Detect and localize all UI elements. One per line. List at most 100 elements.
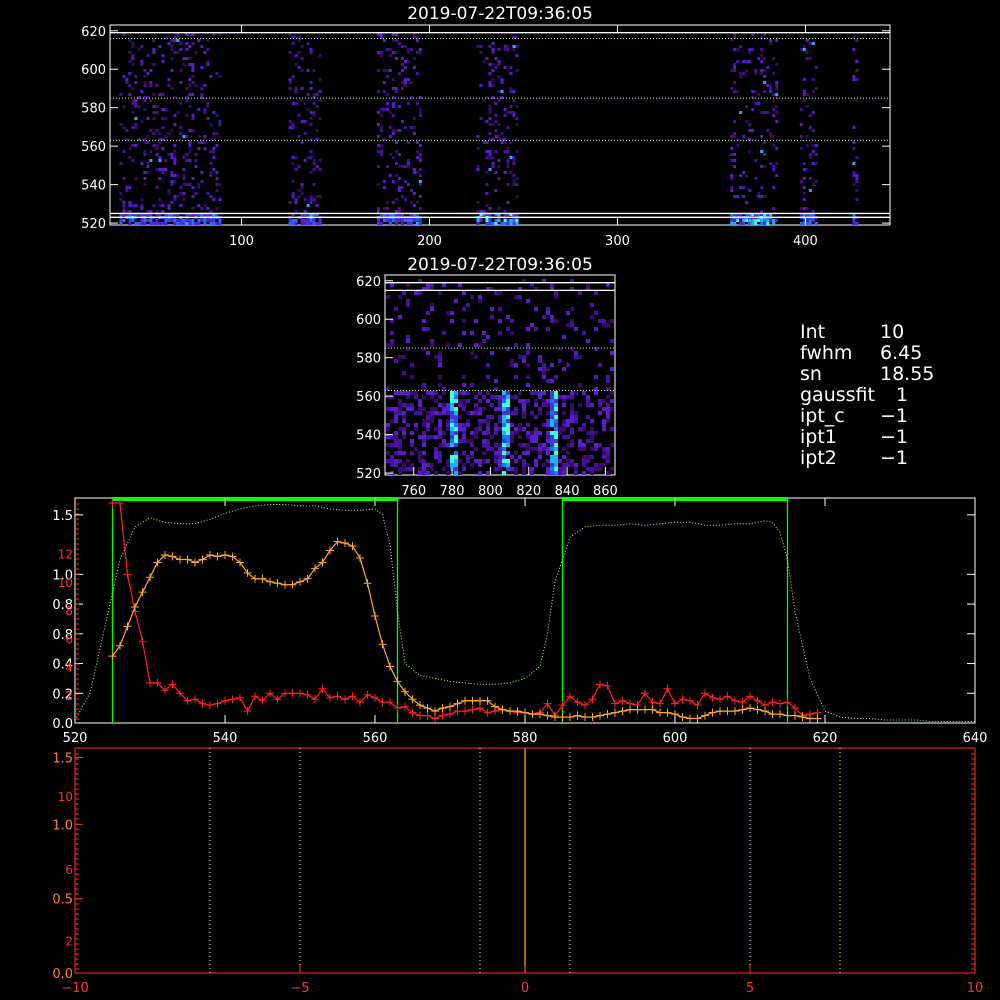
heatmap-pixel [550,407,554,411]
heatmap-pixel [811,162,815,165]
red-series-point [701,689,709,698]
heatmap-pixel [218,222,222,225]
heatmap-pixel [766,222,770,225]
heatmap-pixel [197,183,201,186]
heatmap-pixel [391,129,395,132]
heatmap-pixel [128,60,132,63]
heatmap-pixel [739,45,743,48]
orange-series-point [281,580,289,589]
heatmap-pixel [462,399,466,403]
red-series-point [378,698,387,707]
figure-canvas: 2019-07-22T09:36:05 100 200 300 40052054056… [52,4,987,996]
heatmap-pixel [454,455,458,459]
heatmap-pixel [502,391,506,395]
heatmap-pixel [497,123,501,126]
heatmap-pixel [502,419,506,423]
heatmap-pixel [482,141,486,144]
red-series-point [716,695,724,704]
heatmap-pixel [775,81,779,84]
heatmap-pixel [509,87,513,90]
heatmap-pixel [518,427,522,431]
heatmap-pixel [426,283,430,287]
heatmap-pixel [490,435,494,439]
heatmap-pixel [143,81,147,84]
heatmap-pixel [394,451,398,455]
top-heatmap-title: 2019-07-22T09:36:05 [407,4,593,24]
heatmap-pixel [491,48,495,51]
heatmap-pixel [754,72,758,75]
heatmap-pixel [385,69,389,72]
heatmap-pixel [769,132,773,135]
heatmap-pixel [515,150,519,153]
heatmap-pixel [510,359,514,363]
heatmap-pixel [161,93,165,96]
heatmap-pixel [578,447,582,451]
heatmap-pixel [173,144,177,147]
heatmap-pixel [506,183,510,186]
heatmap-pixel [503,66,507,69]
heatmap-pixel [546,447,550,451]
heatmap-pixel [209,195,213,198]
heatmap-pixel [418,159,422,162]
heatmap-pixel [488,84,492,87]
heatmap-pixel [376,150,380,153]
heatmap-pixel [394,411,398,415]
heatmap-pixel [446,443,450,447]
heatmap-pixel [212,111,216,114]
heatmap-pixel [442,443,446,447]
heatmap-pixel [385,48,389,51]
orange-series-point [468,696,477,705]
heatmap-pixel [502,415,506,419]
heatmap-pixel [497,207,501,210]
heatmap-pixel [438,291,442,295]
heatmap-pixel [379,51,383,54]
heatmap-pixel [402,291,406,295]
heatmap-pixel [212,33,216,36]
heatmap-pixel [400,195,404,198]
heatmap-pixel [173,195,177,198]
top-heatmap-pixels [119,33,859,225]
heatmap-pixel [558,359,562,363]
heatmap-pixel [291,42,295,45]
heatmap-pixel [398,467,402,471]
heatmap-pixel [742,72,746,75]
heatmap-pixel [158,93,162,96]
heatmap-pixel [488,153,492,156]
heatmap-pixel [526,451,530,455]
heatmap-pixel [470,463,474,467]
heatmap-pixel [398,391,402,395]
heatmap-pixel [318,168,322,171]
heatmap-pixel [805,39,809,42]
x-tick-label: 10 [967,981,984,996]
orange-series-point [363,579,372,588]
heatmap-pixel [400,69,404,72]
flat-profile-line [74,504,975,722]
heatmap-pixel [538,431,542,435]
heatmap-pixel [397,186,401,189]
heatmap-pixel [197,135,201,138]
heatmap-pixel [415,222,419,225]
heatmap-pixel [769,39,773,42]
x-tick-label: 780 [440,484,465,499]
heatmap-pixel [418,291,422,295]
heatmap-pixel [742,135,746,138]
heatmap-pixel [170,183,174,186]
heatmap-pixel [379,114,383,117]
heatmap-pixel [422,407,426,411]
heatmap-pixel [155,210,159,213]
heatmap-pixel [179,48,183,51]
heatmap-pixel [506,419,510,423]
heatmap-pixel [570,411,574,415]
orange-series-point [213,552,222,561]
heatmap-pixel [486,427,490,431]
heatmap-pixel [164,108,168,111]
heatmap-pixel [149,210,153,213]
heatmap-pixel [152,144,156,147]
heatmap-pixel [143,150,147,153]
red-series-point [453,707,462,716]
heatmap-pixel [430,303,434,307]
heatmap-pixel [534,391,538,395]
heatmap-pixel [306,42,310,45]
heatmap-pixel [594,375,598,379]
heatmap-pixel [805,57,809,60]
